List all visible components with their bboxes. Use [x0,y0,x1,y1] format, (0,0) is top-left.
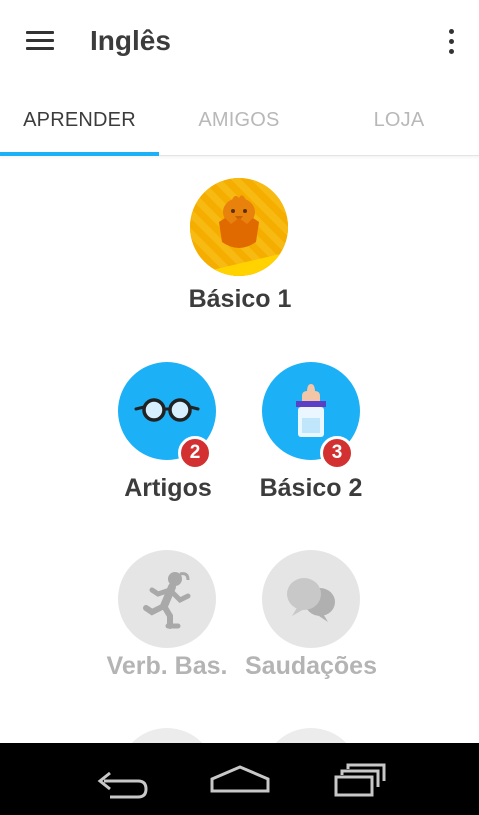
tab-loja[interactable]: LOJA [319,82,479,156]
skill-badge: 2 [178,436,212,470]
tab-aprender[interactable]: APRENDER [0,82,159,156]
skill-label: Saudações [244,652,377,680]
skill-artigos[interactable]: 2 Artigos [98,362,238,507]
skill-verb-bas[interactable]: Verb. Bas. [100,550,234,690]
more-vertical-icon[interactable] [441,24,461,58]
hatching-chick-icon [190,178,288,276]
speech-bubbles-icon [262,550,360,648]
skill-label: Básico 1 [188,285,292,313]
page-title: Inglês [90,25,171,56]
tab-amigos[interactable]: AMIGOS [159,82,319,156]
skill-badge: 3 [320,436,354,470]
skill-label: Verb. Bas. [106,652,228,680]
hamburger-menu-icon[interactable] [20,22,62,60]
skill-label: Artigos [124,474,212,502]
running-person-icon [118,550,216,648]
active-tab-indicator [0,152,159,156]
tab-bar: APRENDER AMIGOS LOJA [0,82,479,156]
skill-label: Básico 2 [259,474,363,502]
skill-saudacoes[interactable]: Saudações [240,550,382,690]
locked-skill-peek [118,728,216,743]
skill-basico-1[interactable]: Básico 1 [150,175,330,320]
recent-apps-icon[interactable] [322,753,402,805]
skill-basico-2[interactable]: 3 Básico 2 [240,362,382,507]
locked-skill-peek [262,728,360,743]
back-icon[interactable] [80,753,160,805]
app-bar: Inglês [0,0,479,82]
system-nav-bar [0,743,479,815]
home-icon[interactable] [200,753,280,805]
